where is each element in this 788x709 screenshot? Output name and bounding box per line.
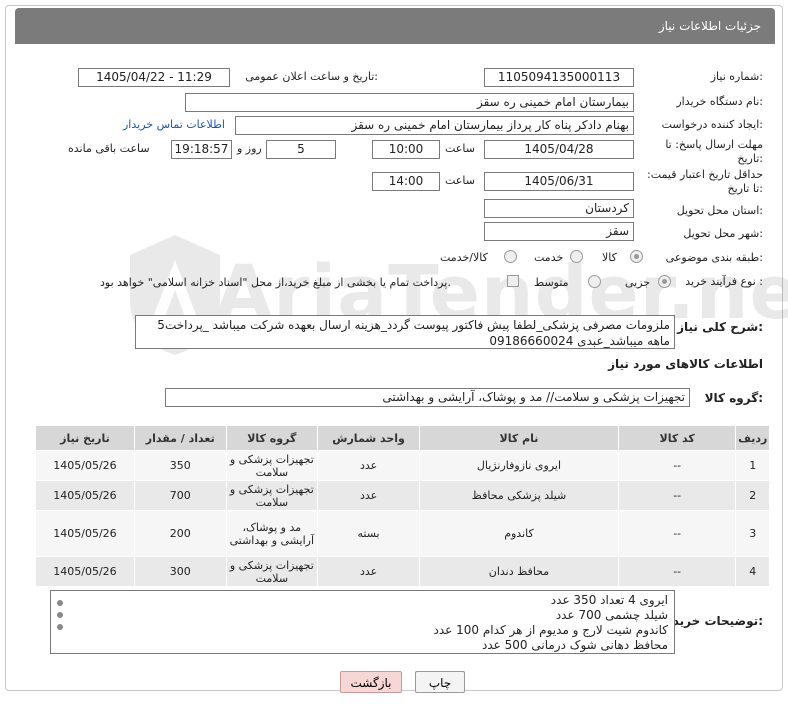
category-goods-service-label: کالا/خدمت bbox=[440, 251, 488, 264]
description-text: ملزومات مصرفی پزشکی_لطفا پیش فاکتور پیوس… bbox=[135, 315, 675, 349]
cell-row-number: 4 bbox=[735, 556, 770, 587]
buyer-notes-text[interactable]: ایروی 4 تعداد 350 عدد شیلد چشمی 700 عدد … bbox=[50, 590, 675, 654]
cell-unit: بسته bbox=[317, 510, 421, 557]
cell-date: 1405/05/26 bbox=[35, 556, 135, 587]
creator-label: ایجاد کننده درخواست: bbox=[661, 118, 763, 131]
col-header-quantity: تعداد / مقدار bbox=[133, 425, 227, 451]
days-field: 5 bbox=[266, 140, 336, 159]
validity-time-field: 14:00 bbox=[372, 172, 440, 191]
note-line: شیلد چشمی 700 عدد bbox=[555, 608, 668, 622]
page-title: جزئیات اطلاعات نیاز bbox=[658, 19, 761, 33]
table-row: 3 -- کاندوم بسته مد و پوشاک، آرایشی و به… bbox=[35, 510, 770, 557]
note-line: ایروی 4 تعداد 350 عدد bbox=[550, 593, 668, 607]
notes-scroll-indicator[interactable] bbox=[55, 594, 65, 650]
buyer-org-field: بیمارستان امام خمینی ره سقز bbox=[185, 93, 634, 112]
announce-label: تاریخ و ساعت اعلان عمومی: bbox=[245, 70, 378, 83]
cell-code: -- bbox=[617, 480, 737, 511]
cell-row-number: 3 bbox=[735, 510, 770, 557]
city-field: سقز bbox=[484, 222, 634, 241]
validity-date-field: 1405/06/31 bbox=[484, 172, 634, 191]
cell-name: ایروی نازوفارنژیال bbox=[419, 450, 619, 481]
cell-quantity: 200 bbox=[133, 510, 227, 557]
goods-group-field: تجهیزات پزشکی و سلامت// مد و پوشاک، آرای… bbox=[165, 388, 690, 407]
announce-field: 1405/04/22 - 11:29 bbox=[78, 68, 230, 87]
back-button[interactable]: بازگشت bbox=[340, 671, 402, 693]
cell-group: تجهیزات پزشکی و سلامت bbox=[225, 556, 319, 587]
col-header-name: نام کالا bbox=[419, 425, 619, 451]
buyer-org-label: نام دستگاه خریدار: bbox=[676, 95, 763, 108]
cell-code: -- bbox=[617, 510, 737, 557]
deadline-label: مهلت ارسال پاسخ: تا تاریخ: bbox=[665, 138, 763, 165]
deadline-date-field: 1405/04/28 bbox=[484, 140, 634, 159]
remaining-time-field: 19:18:57 bbox=[171, 140, 232, 159]
cell-name: شیلد پزشکی محافظ bbox=[419, 480, 619, 511]
process-partial-radio[interactable] bbox=[658, 275, 671, 288]
cell-unit: عدد bbox=[317, 556, 421, 587]
contact-info-link[interactable]: اطلاعات تماس خریدار bbox=[123, 118, 225, 131]
days-label: روز و bbox=[237, 142, 262, 155]
col-header-unit: واحد شمارش bbox=[317, 425, 421, 451]
cell-unit: عدد bbox=[317, 480, 421, 511]
process-medium-label: متوسط bbox=[534, 276, 569, 289]
cell-quantity: 350 bbox=[133, 450, 227, 481]
need-number-label: شماره نیاز: bbox=[710, 70, 763, 83]
validity-time-label: ساعت bbox=[445, 174, 475, 187]
cell-code: -- bbox=[617, 450, 737, 481]
cell-date: 1405/05/26 bbox=[35, 450, 135, 481]
cell-quantity: 700 bbox=[133, 480, 227, 511]
deadline-time-field: 10:00 bbox=[372, 140, 440, 159]
category-goods-radio[interactable] bbox=[630, 250, 643, 263]
table-row: 4 -- محافظ دندان عدد تجهیزات پزشکی و سلا… bbox=[35, 556, 770, 587]
treasury-payment-note: پرداخت تمام یا بخشی از مبلغ خرید،از محل … bbox=[100, 276, 451, 289]
category-label: طبقه بندی موضوعی: bbox=[665, 251, 763, 264]
process-medium-radio[interactable] bbox=[588, 275, 601, 288]
items-table: ردیف کد کالا نام کالا واحد شمارش گروه کا… bbox=[35, 425, 770, 587]
category-service-label: خدمت bbox=[534, 251, 564, 264]
cell-date: 1405/05/26 bbox=[35, 510, 135, 557]
category-service-radio[interactable] bbox=[570, 250, 583, 263]
table-row: 2 -- شیلد پزشکی محافظ عدد تجهیزات پزشکی … bbox=[35, 480, 770, 511]
category-goods-label: کالا bbox=[602, 251, 617, 264]
goods-group-label: گروه کالا: bbox=[704, 391, 763, 405]
cell-group: مد و پوشاک، آرایشی و بهداشتی bbox=[225, 510, 319, 557]
cell-date: 1405/05/26 bbox=[35, 480, 135, 511]
cell-group: تجهیزات پزشکی و سلامت bbox=[225, 480, 319, 511]
deadline-time-label: ساعت bbox=[445, 142, 475, 155]
note-line: محافظ دهانی شوک درمانی 500 عدد bbox=[482, 638, 668, 652]
cell-code: -- bbox=[617, 556, 737, 587]
table-row: 1 -- ایروی نازوفارنژیال عدد تجهیزات پزشک… bbox=[35, 450, 770, 481]
cell-group: تجهیزات پزشکی و سلامت bbox=[225, 450, 319, 481]
note-line: کاندوم شیت لارج و مدیوم از هر کدام 100 ع… bbox=[433, 623, 668, 637]
treasury-payment-checkbox[interactable] bbox=[507, 275, 519, 287]
validity-label: حداقل تاریخ اعتبار قیمت: تا تاریخ: bbox=[647, 168, 763, 195]
table-header-row: ردیف کد کالا نام کالا واحد شمارش گروه کا… bbox=[35, 425, 770, 451]
print-button[interactable]: چاپ bbox=[415, 671, 465, 693]
need-number-field: 1105094135000113 bbox=[484, 68, 634, 87]
description-label: شرح کلی نیاز: bbox=[677, 320, 763, 334]
buyer-notes-label: توضیحات خریدار: bbox=[661, 614, 763, 628]
col-header-code: کد کالا bbox=[617, 425, 737, 451]
cell-quantity: 300 bbox=[133, 556, 227, 587]
col-header-row-number: ردیف bbox=[735, 425, 770, 451]
category-goods-service-radio[interactable] bbox=[504, 250, 517, 263]
creator-field: بهنام دادکر پناه کار پرداز بیمارستان اما… bbox=[235, 116, 634, 135]
col-header-group: گروه کالا bbox=[225, 425, 319, 451]
page-header: جزئیات اطلاعات نیاز bbox=[15, 8, 775, 44]
cell-name: محافظ دندان bbox=[419, 556, 619, 587]
city-label: شهر محل تحویل: bbox=[683, 227, 763, 240]
cell-unit: عدد bbox=[317, 450, 421, 481]
process-partial-label: جزیی bbox=[625, 276, 651, 289]
col-header-date: تاریخ نیاز bbox=[35, 425, 135, 451]
cell-name: کاندوم bbox=[419, 510, 619, 557]
process-label: نوع فرآیند خرید : bbox=[685, 275, 763, 288]
remaining-label: ساعت باقی مانده bbox=[68, 142, 150, 155]
province-label: استان محل تحویل: bbox=[676, 204, 763, 217]
cell-row-number: 2 bbox=[735, 480, 770, 511]
cell-row-number: 1 bbox=[735, 450, 770, 481]
goods-info-title: اطلاعات کالاهای مورد نیاز bbox=[608, 357, 763, 371]
province-field: کردستان bbox=[484, 199, 634, 218]
